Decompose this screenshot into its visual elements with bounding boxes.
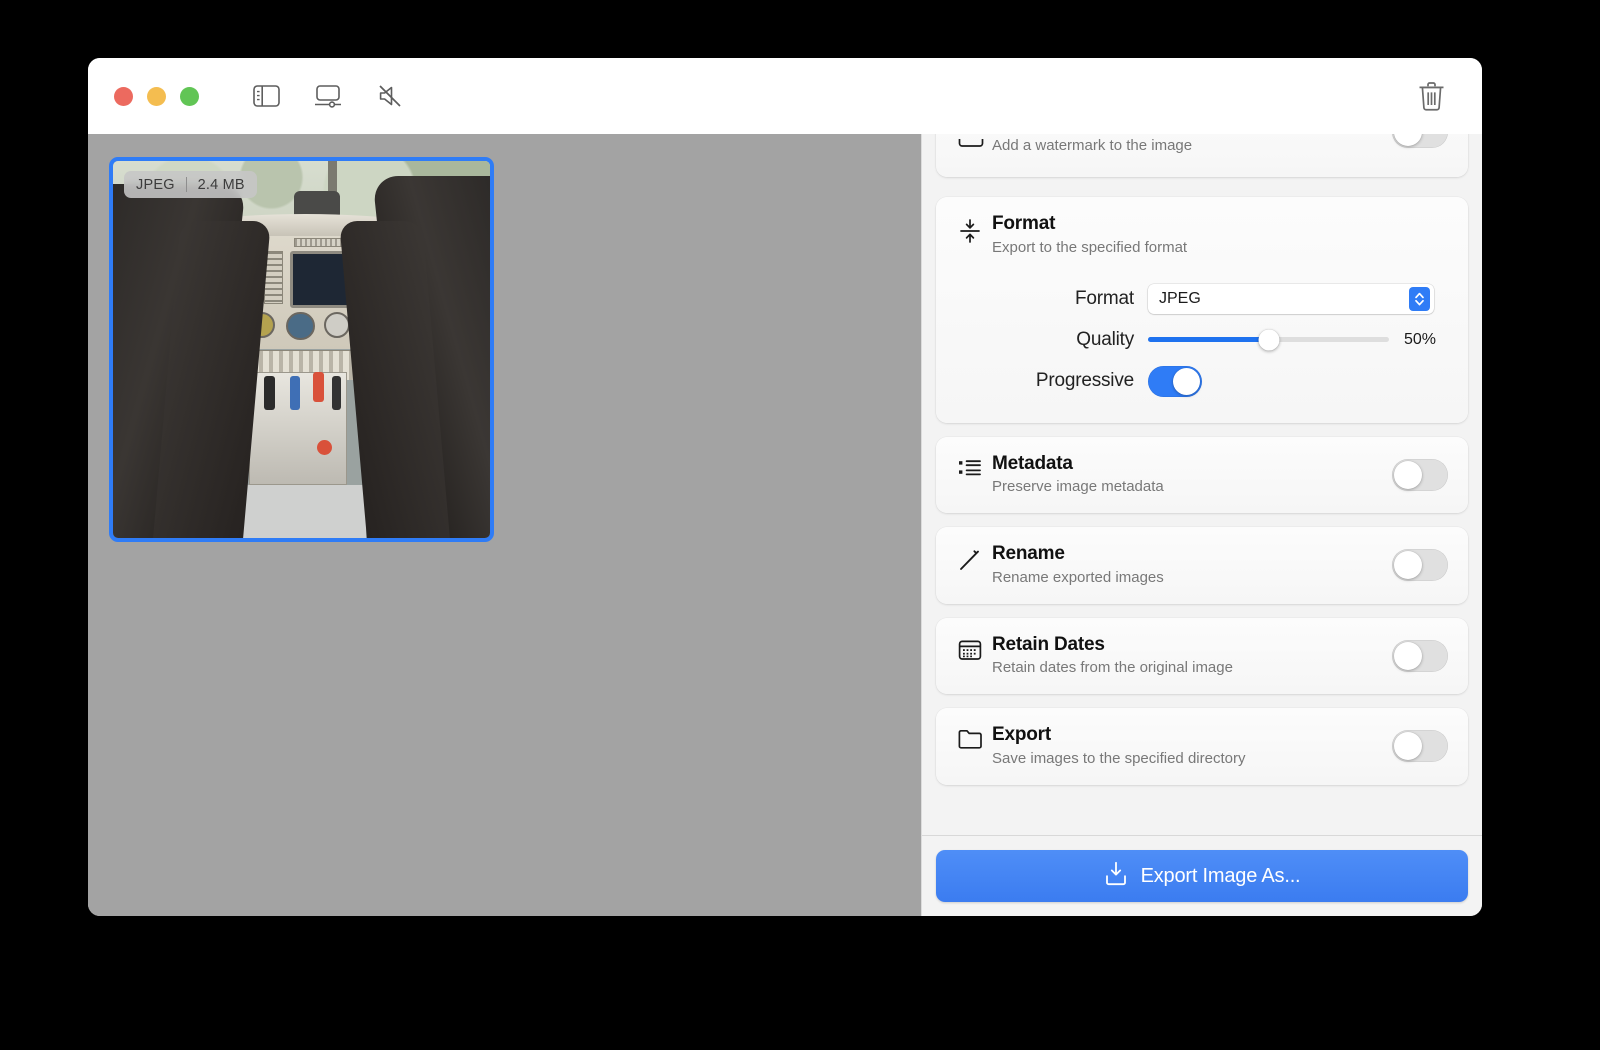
retain-dates-toggle[interactable] <box>1392 640 1448 672</box>
watermark-toggle-knob <box>1394 134 1422 146</box>
image-canvas[interactable]: JPEG 2.4 MB <box>88 134 921 916</box>
cockpit-photo <box>113 161 490 538</box>
rename-subtitle: Rename exported images <box>992 569 1380 588</box>
quality-slider-fill <box>1148 337 1269 342</box>
card-watermark[interactable]: Add a watermark to the image <box>936 134 1468 177</box>
card-format[interactable]: Format Export to the specified format Fo… <box>936 197 1468 423</box>
chevron-up-down-icon <box>1409 287 1430 311</box>
retain-dates-subtitle: Retain dates from the original image <box>992 659 1380 678</box>
close-window-button[interactable] <box>114 87 133 106</box>
minimize-window-button[interactable] <box>147 87 166 106</box>
image-thumbnail[interactable]: JPEG 2.4 MB <box>109 157 494 542</box>
export-toggle-knob <box>1394 732 1422 760</box>
quality-slider[interactable] <box>1148 337 1389 342</box>
trash-icon <box>1418 82 1445 111</box>
slideshow-button[interactable] <box>305 76 351 116</box>
inspector-footer: Export Image As... <box>922 835 1482 916</box>
card-metadata[interactable]: Metadata Preserve image metadata <box>936 437 1468 514</box>
retain-dates-title: Retain Dates <box>992 634 1380 657</box>
window-titlebar <box>88 58 1482 134</box>
quality-value-label: 50% <box>1404 331 1448 349</box>
inspector-panel: Add a watermark to the image <box>921 134 1482 916</box>
mute-button[interactable] <box>367 76 413 116</box>
card-rename[interactable]: Rename Rename exported images <box>936 527 1468 604</box>
delete-button[interactable] <box>1408 76 1454 116</box>
sidebar-toggle-button[interactable] <box>243 76 289 116</box>
format-select[interactable]: JPEG <box>1148 284 1434 314</box>
export-subtitle: Save images to the specified directory <box>992 750 1380 769</box>
retain-dates-toggle-knob <box>1394 642 1422 670</box>
metadata-subtitle: Preserve image metadata <box>992 478 1380 497</box>
export-box-icon <box>1104 861 1128 892</box>
progressive-row: Progressive <box>958 366 1448 397</box>
format-title: Format <box>992 213 1448 236</box>
export-toggle[interactable] <box>1392 730 1448 762</box>
quality-field-label: Quality <box>958 329 1148 351</box>
export-button-label: Export Image As... <box>1141 865 1301 888</box>
watermark-toggle[interactable] <box>1392 134 1448 148</box>
format-subtitle: Export to the specified format <box>992 239 1448 258</box>
format-controls: Format JPEG <box>958 284 1448 397</box>
rename-toggle[interactable] <box>1392 549 1448 581</box>
export-title: Export <box>992 724 1380 747</box>
app-window: JPEG 2.4 MB <box>88 58 1482 916</box>
thumbnail-format-label: JPEG <box>136 177 175 193</box>
monitor-slider-icon <box>314 84 342 108</box>
pencil-icon <box>958 543 992 572</box>
card-retain-dates[interactable]: Retain Dates Retain dates from the origi… <box>936 618 1468 695</box>
traffic-lights <box>114 87 199 106</box>
list-bullet-icon <box>958 453 992 478</box>
progressive-toggle-knob <box>1173 368 1200 395</box>
zoom-window-button[interactable] <box>180 87 199 106</box>
metadata-title: Metadata <box>992 453 1380 476</box>
folder-icon <box>958 724 992 749</box>
rename-title: Rename <box>992 543 1380 566</box>
sidebar-icon <box>253 85 280 107</box>
format-select-row: Format JPEG <box>958 284 1448 314</box>
badge-separator <box>186 177 187 192</box>
metadata-toggle-knob <box>1394 461 1422 489</box>
thumbnail-info-badge: JPEG 2.4 MB <box>124 171 257 198</box>
export-image-as-button[interactable]: Export Image As... <box>936 850 1468 902</box>
quality-row: Quality 50% <box>958 329 1448 351</box>
watermark-subtitle: Add a watermark to the image <box>992 137 1380 156</box>
speaker-mute-icon <box>377 84 403 108</box>
card-export[interactable]: Export Save images to the specified dire… <box>936 708 1468 785</box>
progressive-field-label: Progressive <box>958 370 1148 392</box>
quality-slider-thumb[interactable] <box>1258 329 1279 350</box>
format-compress-icon <box>958 213 992 244</box>
calendar-icon <box>958 634 992 661</box>
metadata-toggle[interactable] <box>1392 459 1448 491</box>
format-select-value: JPEG <box>1159 290 1409 308</box>
format-field-label: Format <box>958 288 1148 310</box>
rename-toggle-knob <box>1394 551 1422 579</box>
watermark-icon <box>958 134 992 161</box>
progressive-toggle[interactable] <box>1148 366 1202 397</box>
window-body: JPEG 2.4 MB <box>88 134 1482 916</box>
thumbnail-size-label: 2.4 MB <box>198 177 245 193</box>
inspector-scroll-area[interactable]: Add a watermark to the image <box>922 134 1482 835</box>
